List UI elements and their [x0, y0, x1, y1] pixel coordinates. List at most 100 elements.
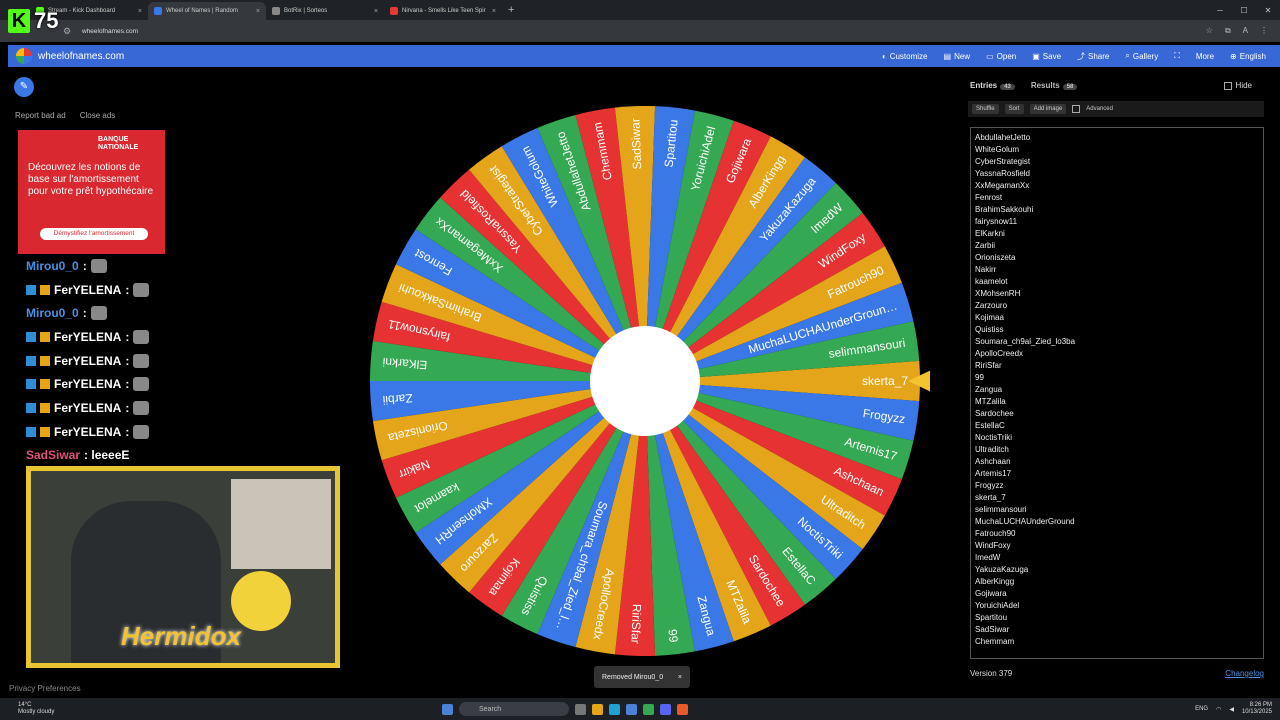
- nav-open-button[interactable]: ▭ Open: [986, 52, 1016, 61]
- nav-share-button[interactable]: ⤴ Share: [1077, 51, 1109, 62]
- hide-toggle[interactable]: Hide: [1223, 81, 1252, 90]
- tab-close-icon[interactable]: ×: [138, 8, 142, 15]
- entry-item: MTZalila: [975, 397, 1006, 406]
- browser-tab[interactable]: BotRix | Sorteos ×: [266, 2, 384, 20]
- new-tab-button[interactable]: +: [508, 4, 514, 16]
- entry-item: ImedW: [975, 553, 1001, 562]
- task-view-icon[interactable]: [575, 703, 586, 715]
- wheel-center-hub[interactable]: [590, 326, 700, 436]
- crown-icon: [40, 284, 50, 295]
- cat-emote-icon: [133, 377, 150, 392]
- entry-item: kaamelot: [975, 277, 1008, 286]
- entry-item: YakuzaKazuga: [975, 565, 1029, 574]
- site-brand[interactable]: wheelofnames.com: [16, 48, 124, 64]
- site-info-icon[interactable]: ⚙: [60, 26, 74, 37]
- bookmark-star-icon[interactable]: ☆: [1206, 26, 1213, 36]
- hide-checkbox[interactable]: [1223, 81, 1232, 90]
- nav-icon: ⤴: [1077, 51, 1086, 61]
- crown-icon: [40, 379, 50, 390]
- weather-widget[interactable]: 14°C Mostly cloudy: [18, 702, 54, 716]
- clock[interactable]: 8:26 PM 10/13/2025: [1242, 702, 1272, 716]
- report-ad-link[interactable]: Report bad ad: [15, 111, 66, 120]
- close-window-icon[interactable]: ✕: [1256, 6, 1280, 15]
- cat-emote-icon: [133, 400, 150, 415]
- ad-links: Report bad ad Close ads: [15, 111, 115, 120]
- brave-icon[interactable]: [677, 703, 688, 715]
- toast-close-icon[interactable]: ×: [678, 674, 682, 681]
- fullscreen-icon[interactable]: ⛶: [1174, 51, 1180, 61]
- volume-icon[interactable]: ◀: [1229, 706, 1234, 713]
- toast-text: Removed Mirou0_0: [602, 673, 664, 681]
- shuffle-button[interactable]: Shuffle: [972, 104, 999, 114]
- chat-text: :: [82, 306, 87, 321]
- wheel-container[interactable]: skerta_7 Frogyzz Artemis17 Ashchaan Ultradit…: [360, 96, 942, 666]
- menu-dots-icon[interactable]: ⋮: [1260, 26, 1268, 36]
- advanced-checkbox[interactable]: [1072, 105, 1081, 113]
- privacy-link[interactable]: Privacy Preferences: [9, 684, 81, 693]
- advertisement[interactable]: BANQUE NATIONALE Découvrez les notions de…: [18, 130, 165, 254]
- profile-avatar[interactable]: A: [1243, 26, 1248, 36]
- tab-close-icon[interactable]: ×: [374, 8, 378, 15]
- store-icon[interactable]: [626, 703, 637, 715]
- chrome-icon[interactable]: [643, 703, 654, 715]
- cat-emote-icon: [133, 329, 150, 344]
- sort-button[interactable]: Sort: [1004, 104, 1024, 114]
- browser-tab[interactable]: Wheel of Names | Random ×: [148, 2, 266, 20]
- start-icon[interactable]: [442, 703, 453, 715]
- window-controls: ─ ☐ ✕: [1208, 0, 1280, 20]
- entry-item: Quistiss: [975, 325, 1004, 334]
- nav-customize-button[interactable]: ◐ Customize: [882, 52, 928, 61]
- cat-emote-icon: [133, 353, 150, 368]
- chat-message: FerYELENA:: [26, 278, 150, 302]
- close-ads-link[interactable]: Close ads: [80, 111, 116, 120]
- entry-item: NoctisTriki: [975, 433, 1013, 442]
- edit-pencil-icon[interactable]: ✎: [14, 77, 34, 97]
- browser-tab[interactable]: Nirvana - Smells Like Teen Spir ×: [384, 2, 502, 20]
- extensions-icon[interactable]: ⧉: [1225, 26, 1231, 36]
- nav-icon: ◐: [881, 51, 887, 61]
- discord-icon[interactable]: [660, 703, 671, 715]
- minimize-icon[interactable]: ─: [1208, 6, 1232, 15]
- ad-cta-button[interactable]: Démystifiez l'amortissement: [40, 228, 148, 240]
- entry-item: WindFoxy: [975, 541, 1011, 550]
- tab-close-icon[interactable]: ×: [492, 8, 496, 15]
- tab-entries[interactable]: Entries 43: [970, 81, 1015, 90]
- kick-count: 75: [34, 8, 59, 33]
- crown-icon: [40, 331, 50, 342]
- changelog-link[interactable]: Changelog: [1225, 669, 1264, 678]
- edge-icon[interactable]: [609, 703, 620, 715]
- entry-item: Gojiwara: [975, 589, 1007, 598]
- url-text[interactable]: wheelofnames.com: [82, 28, 138, 35]
- wheel-svg[interactable]: skerta_7FrogyzzArtemis17AshchaanUltradit…: [360, 96, 942, 666]
- entries-panel: Entries 43 Results 58 Hide Shuffle Sort Ad…: [964, 75, 1280, 685]
- chat-text: :: [82, 258, 87, 273]
- entries-textarea[interactable]: AbdullahetJetto WhiteGolum CyberStrategist…: [970, 127, 1264, 659]
- chat-message: FerYELENA:: [26, 420, 150, 444]
- chat-user: Mirou0_0: [26, 306, 79, 321]
- nav-english-button[interactable]: ⊕ English: [1230, 52, 1266, 61]
- taskbar-search[interactable]: Search: [459, 702, 569, 716]
- tab-favicon-icon: [390, 7, 398, 15]
- add-image-button[interactable]: Add image: [1029, 104, 1067, 114]
- entry-item: Kojimaa: [975, 313, 1004, 322]
- nav-save-button[interactable]: ▣ Save: [1032, 52, 1061, 61]
- chat-text: :: [125, 282, 130, 297]
- nav-gallery-button[interactable]: ⌕ Gallery: [1125, 51, 1158, 61]
- language-indicator[interactable]: ENG: [1195, 706, 1208, 712]
- badge-icon: [26, 402, 36, 413]
- nav-more-button[interactable]: More: [1196, 52, 1214, 61]
- wheel-logo-icon: [16, 48, 32, 64]
- entry-item: Fenrost: [975, 193, 1003, 202]
- nav-new-button[interactable]: ▤ New: [944, 52, 971, 61]
- maximize-icon[interactable]: ☐: [1232, 6, 1256, 15]
- tab-results[interactable]: Results 58: [1031, 81, 1078, 90]
- crown-icon: [40, 426, 50, 437]
- entry-item: selimmansouri: [975, 505, 1027, 514]
- tab-favicon-icon: [154, 7, 162, 15]
- explorer-icon[interactable]: [592, 703, 603, 715]
- wifi-icon[interactable]: ◠: [1216, 706, 1221, 713]
- wheel-segment-label: RiriSfar: [628, 604, 643, 645]
- nav-icon: ⌕: [1125, 51, 1130, 60]
- entry-item: XMohsenRH: [975, 289, 1021, 298]
- tab-close-icon[interactable]: ×: [256, 8, 260, 15]
